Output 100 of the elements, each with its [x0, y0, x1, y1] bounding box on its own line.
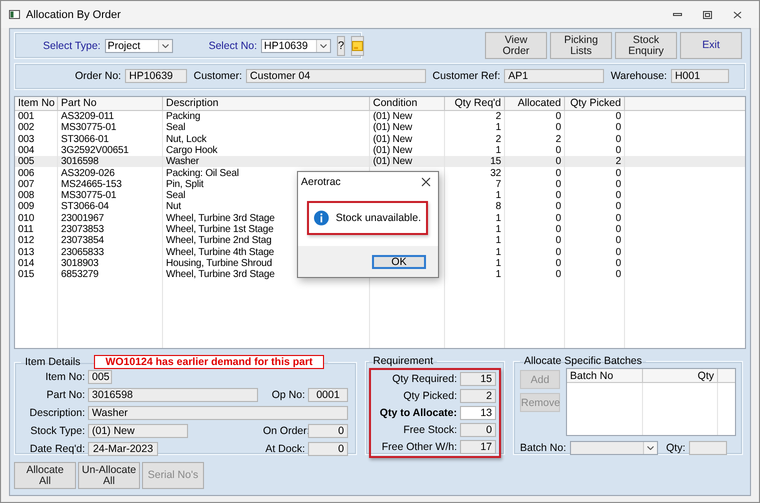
caret-icon[interactable]	[647, 446, 654, 450]
column-header[interactable]: Qty	[643, 369, 718, 383]
field-label: Qty Picked:	[403, 390, 457, 402]
maximize-icon[interactable]	[702, 10, 712, 18]
warning-label: WO10124 has earlier demand for this part	[94, 355, 324, 369]
table-cell: 0	[616, 111, 621, 122]
column-header[interactable]: Qty Picked	[565, 96, 625, 111]
table-cell: 2	[496, 134, 501, 145]
table-cell: Seal	[166, 122, 186, 134]
table-cell: 0	[616, 190, 621, 202]
column-header[interactable]: Item No	[15, 96, 58, 111]
field-label: At Dock:	[264, 443, 305, 455]
qty-field[interactable]	[689, 441, 728, 455]
table-cell: 0	[556, 122, 561, 134]
text-field[interactable]: 0	[308, 442, 348, 456]
table-cell: 0	[556, 144, 561, 156]
field-label: Date Req'd:	[28, 443, 85, 455]
select-label: Select No:	[208, 40, 258, 52]
field-label: Item No:	[44, 371, 85, 383]
text-field[interactable]: AP1	[504, 69, 604, 84]
table-cell: 003	[18, 134, 34, 145]
text-field[interactable]: Washer	[88, 406, 348, 420]
ok-button[interactable]: OK	[372, 254, 426, 268]
batch-select-field[interactable]	[570, 441, 658, 455]
text-field[interactable]: H001	[670, 69, 729, 84]
action-button[interactable]: Stock Enquiry	[615, 32, 677, 59]
table-cell: Packing: Oil Seal	[166, 168, 239, 179]
table-row[interactable]: 003 ST3066-01 Nut, Lock (01) New 2 2 0	[15, 134, 745, 145]
table-cell: MS30775-01	[61, 122, 116, 134]
column-header[interactable]: Description	[163, 96, 370, 111]
caret-icon[interactable]	[162, 44, 169, 48]
text-field[interactable]: 0	[308, 424, 348, 438]
table-cell: 0	[556, 190, 561, 202]
text-field[interactable]: 3016598	[88, 388, 258, 402]
table-cell: Nut	[166, 201, 181, 212]
exit-button[interactable]: Exit	[680, 32, 742, 59]
table-cell: Wheel, Turbine 1st Stage	[166, 224, 274, 236]
table-cell: 005	[18, 156, 34, 168]
column-header[interactable]: Batch No	[567, 369, 643, 383]
table-cell: (01) New	[373, 111, 412, 122]
text-field[interactable]: HP10639	[125, 69, 188, 84]
note-icon	[352, 40, 364, 50]
column-header[interactable]: Qty Req'd	[445, 96, 505, 111]
text-field[interactable]: 005	[88, 370, 112, 384]
table-cell: MS24665-153	[61, 178, 122, 190]
table-row[interactable]: 005 3016598 Washer (01) New 15 0 2	[15, 156, 745, 168]
group-title: Allocate Specific Batches	[524, 355, 642, 367]
text-field[interactable]: 15	[460, 372, 496, 386]
column-header[interactable]: Allocated	[505, 96, 565, 111]
column-header[interactable]: Condition	[370, 96, 445, 111]
table-cell: 1	[496, 269, 501, 280]
table-cell: 0	[556, 111, 561, 122]
table-cell: 001	[18, 111, 34, 122]
action-button[interactable]: Un-Allocate All	[78, 462, 140, 489]
field-label: Warehouse:	[610, 70, 667, 82]
table-row[interactable]: 001 AS3209-011 Packing (01) New 2 0 0	[15, 110, 745, 122]
text-field[interactable]: 0001	[308, 388, 348, 402]
table-cell: 7	[496, 178, 501, 190]
table-cell: 007	[18, 178, 34, 190]
table-cell: 008	[18, 190, 34, 202]
action-button[interactable]: Allocate All	[14, 462, 76, 489]
table-cell: 8	[496, 201, 501, 212]
table-cell: MS30775-01	[61, 190, 116, 202]
text-field[interactable]: 24-Mar-2023	[88, 442, 158, 456]
table-cell: 0	[616, 201, 621, 212]
field-label: Customer Ref:	[432, 70, 500, 82]
table-cell: Washer	[166, 156, 199, 168]
action-button[interactable]: View Order	[485, 32, 547, 59]
close-icon[interactable]	[732, 10, 742, 18]
column-header[interactable]: Part No	[58, 96, 163, 111]
table-cell: ST3066-01	[61, 134, 109, 145]
text-field[interactable]: Customer 04	[246, 69, 426, 84]
table-row[interactable]: 002 MS30775-01 Seal (01) New 1 0 0	[15, 122, 745, 134]
table-cell: 6853279	[61, 269, 99, 280]
text-field[interactable]: 13	[460, 406, 496, 420]
text-field[interactable]: 17	[460, 440, 496, 454]
table-cell: 3G2592V00651	[61, 144, 129, 156]
select-field[interactable]: Project	[104, 38, 173, 52]
table-cell: Seal	[166, 190, 186, 202]
field-label: Op No:	[270, 389, 305, 401]
table-cell: 23073853	[61, 224, 104, 236]
select-field[interactable]: HP10639	[261, 38, 332, 52]
text-field[interactable]: (01) New	[88, 424, 188, 438]
table-cell: 011	[18, 224, 34, 236]
table-cell: 23065833	[61, 246, 104, 258]
table-cell: 014	[18, 258, 34, 269]
minimize-icon[interactable]	[672, 13, 682, 16]
table-cell: AS3209-011	[61, 111, 114, 122]
caret-icon[interactable]	[320, 44, 328, 48]
table-cell: 0	[616, 178, 621, 190]
close-icon[interactable]	[421, 177, 431, 187]
select-label: Select Type:	[43, 40, 101, 52]
text-field[interactable]: 2	[460, 389, 496, 403]
help-button[interactable]: ?	[337, 36, 346, 56]
action-button[interactable]: Picking Lists	[550, 32, 612, 59]
app-icon	[9, 10, 20, 19]
table-cell: 0	[616, 134, 621, 145]
text-field[interactable]: 0	[460, 423, 496, 437]
table-cell: 0	[616, 235, 621, 246]
table-cell: 0	[556, 201, 561, 212]
